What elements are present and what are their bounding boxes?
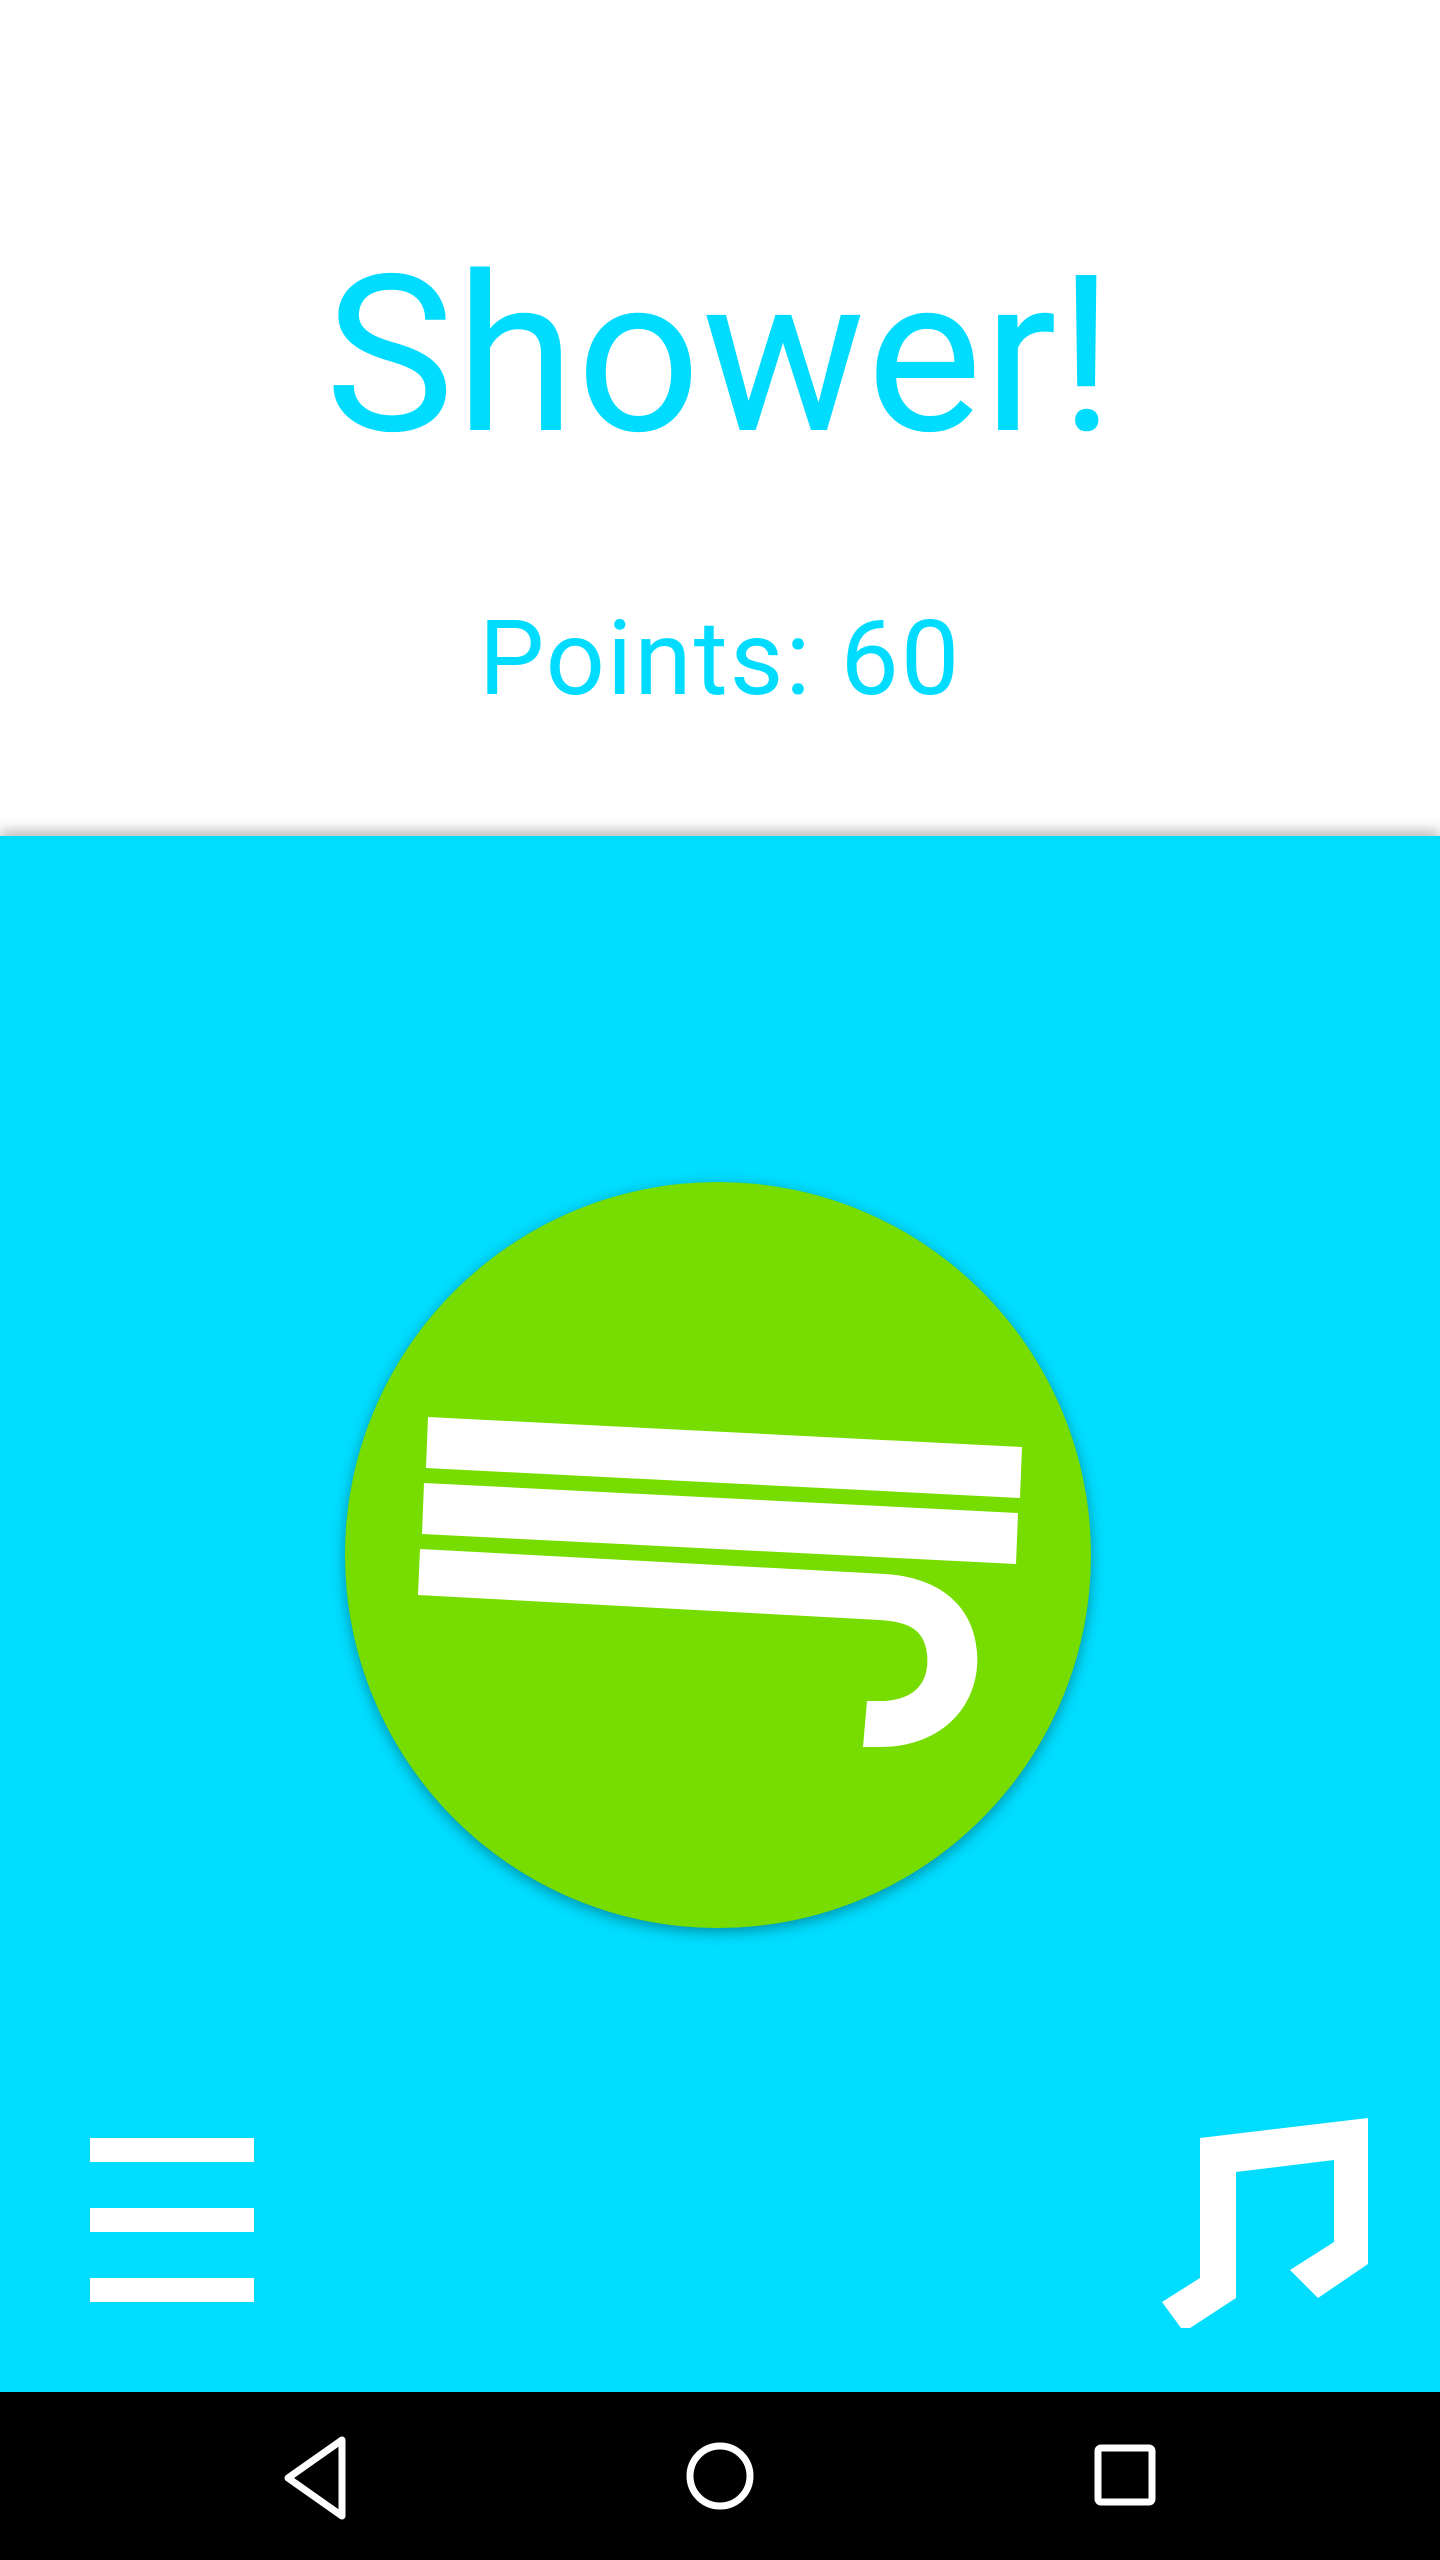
menu-button[interactable]: [90, 2138, 254, 2302]
music-note-icon: [1162, 2118, 1368, 2332]
music-button[interactable]: [1158, 2118, 1378, 2332]
header: Shower! Points: 60: [0, 0, 1440, 836]
back-triangle-icon: [284, 2436, 346, 2520]
shower-icon: [418, 1417, 1022, 1748]
shower-screen: Shower! Points: 60: [0, 0, 1440, 2560]
home-circle-icon: [686, 2442, 754, 2510]
nav-back-button[interactable]: [258, 2418, 378, 2538]
hamburger-menu-icon: [90, 2138, 254, 2302]
nav-recents-button[interactable]: [1064, 2418, 1184, 2538]
recents-square-icon: [1094, 2444, 1156, 2506]
nav-home-button[interactable]: [660, 2418, 780, 2538]
page-title: Shower!: [324, 229, 1116, 484]
points-counter: Points: 60: [478, 599, 962, 720]
shower-button[interactable]: [345, 1182, 1091, 1928]
